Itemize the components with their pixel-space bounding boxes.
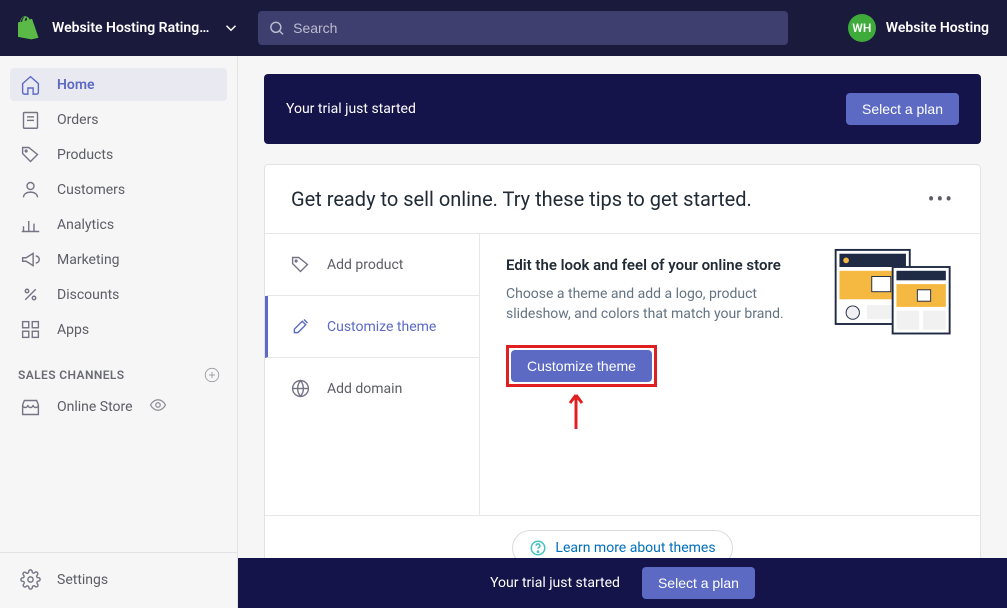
more-icon[interactable]: ••• [928, 187, 954, 211]
step-add-domain[interactable]: Add domain [265, 358, 479, 419]
orders-icon [20, 109, 41, 130]
step-label: Add domain [327, 381, 402, 397]
bottom-select-plan-button[interactable]: Select a plan [642, 567, 755, 599]
sidebar-item-label: Home [57, 77, 95, 93]
bottom-trial-bar: Your trial just started Select a plan [238, 558, 1007, 608]
sidebar-item-label: Settings [57, 572, 108, 588]
onboarding-steps: Add product Customize theme Add domain [265, 234, 480, 515]
trial-message: Your trial just started [286, 101, 416, 117]
step-label: Customize theme [327, 319, 436, 335]
step-label: Add product [327, 257, 403, 273]
sidebar-item-marketing[interactable]: Marketing [10, 243, 227, 276]
sidebar-item-settings[interactable]: Settings [10, 563, 227, 596]
tag-icon [290, 254, 311, 275]
sidebar-item-apps[interactable]: Apps [10, 313, 227, 346]
customers-icon [20, 179, 41, 200]
view-store-icon[interactable] [149, 396, 167, 418]
sidebar-item-label: Apps [57, 322, 89, 338]
sidebar-item-label: Online Store [57, 399, 133, 415]
main-content: Your trial just started Select a plan Ge… [238, 56, 1007, 608]
bottom-trial-message: Your trial just started [490, 575, 620, 591]
chevron-down-icon [222, 19, 240, 37]
onboarding-card: Get ready to sell online. Try these tips… [264, 164, 981, 581]
account-menu[interactable]: WH Website Hosting [848, 14, 989, 42]
sidebar-item-orders[interactable]: Orders [10, 103, 227, 136]
card-title: Get ready to sell online. Try these tips… [291, 187, 752, 211]
analytics-icon [20, 214, 41, 235]
sidebar-item-label: Marketing [57, 252, 120, 268]
sales-channels-header: SALES CHANNELS [0, 348, 237, 390]
annotation-highlight: Customize theme [506, 345, 657, 387]
shopify-logo-icon [18, 16, 40, 40]
marketing-icon [20, 249, 41, 270]
search-field[interactable] [293, 20, 778, 36]
select-plan-button[interactable]: Select a plan [846, 93, 959, 125]
sidebar-item-analytics[interactable]: Analytics [10, 208, 227, 241]
avatar: WH [848, 14, 876, 42]
store-icon [20, 397, 41, 418]
step-detail: Edit the look and feel of your online st… [480, 234, 980, 515]
sidebar-item-online-store[interactable]: Online Store [10, 390, 227, 424]
sidebar-item-customers[interactable]: Customers [10, 173, 227, 206]
sidebar-item-label: Discounts [57, 287, 119, 303]
step-add-product[interactable]: Add product [265, 234, 479, 296]
sidebar-item-label: Orders [57, 112, 99, 128]
sidebar: Home Orders Products Customers Analytics… [0, 56, 238, 608]
globe-icon [290, 378, 311, 399]
sidebar-item-label: Products [57, 147, 113, 163]
discounts-icon [20, 284, 41, 305]
home-icon [20, 74, 41, 95]
plus-circle-icon[interactable] [203, 366, 221, 384]
gear-icon [20, 569, 41, 590]
theme-illustration-icon [833, 248, 958, 343]
header: Website Hosting Rating... WH Website Hos… [0, 0, 1007, 56]
store-switcher[interactable]: Website Hosting Rating... [18, 16, 240, 40]
apps-icon [20, 319, 41, 340]
brush-icon [290, 316, 311, 337]
search-icon [268, 19, 285, 37]
sidebar-item-products[interactable]: Products [10, 138, 227, 171]
sidebar-item-label: Analytics [57, 217, 114, 233]
step-detail-title: Edit the look and feel of your online st… [506, 256, 786, 274]
help-icon [529, 539, 547, 557]
sidebar-item-discounts[interactable]: Discounts [10, 278, 227, 311]
products-icon [20, 144, 41, 165]
sidebar-item-label: Customers [57, 182, 125, 198]
user-name: Website Hosting [886, 20, 989, 36]
step-customize-theme[interactable]: Customize theme [265, 296, 479, 358]
step-detail-desc: Choose a theme and add a logo, product s… [506, 284, 796, 325]
store-name: Website Hosting Rating... [52, 20, 210, 36]
sidebar-item-home[interactable]: Home [10, 68, 227, 101]
customize-theme-button[interactable]: Customize theme [511, 350, 652, 382]
trial-banner: Your trial just started Select a plan [264, 74, 981, 144]
search-input[interactable] [258, 11, 788, 45]
annotation-arrow [506, 387, 954, 435]
